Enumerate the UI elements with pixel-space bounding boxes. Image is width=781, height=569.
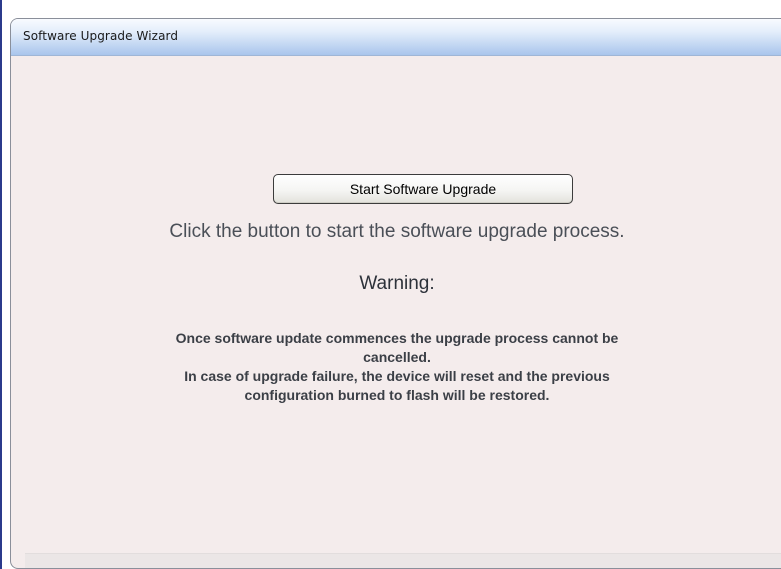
browser-frame: Software Upgrade Wizard Start Software U… <box>0 0 781 569</box>
warning-line: In case of upgrade failure, the device w… <box>184 368 610 384</box>
warning-line: Once software update commences the upgra… <box>175 330 619 346</box>
wizard-content: Start Software Upgrade Click the button … <box>11 57 781 551</box>
instruction-text: Click the button to start the software u… <box>169 221 625 242</box>
wizard-titlebar: Software Upgrade Wizard <box>11 19 781 56</box>
warning-heading: Warning: <box>359 273 435 294</box>
start-upgrade-button[interactable]: Start Software Upgrade <box>273 174 573 204</box>
warning-line: configuration burned to flash will be re… <box>244 387 550 403</box>
wizard-panel: Software Upgrade Wizard Start Software U… <box>10 18 781 569</box>
wizard-title: Software Upgrade Wizard <box>23 29 179 43</box>
wizard-footer-bar <box>25 553 781 568</box>
warning-message: Once software update commences the upgra… <box>11 329 781 405</box>
warning-line: cancelled. <box>363 349 431 365</box>
